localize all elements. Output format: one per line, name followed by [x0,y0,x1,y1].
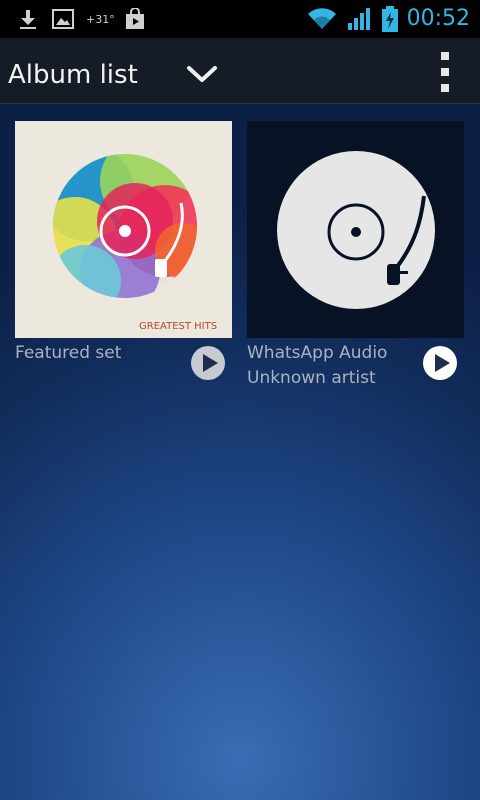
cover-text: GREATEST HITS [139,321,217,332]
page-title: Album list [8,60,138,90]
play-icon[interactable] [190,345,226,381]
action-bar: Album list [0,38,480,104]
image-icon [52,0,74,38]
album-card[interactable]: GREATEST HITS Featured set [15,121,232,391]
battery-charging-icon [380,0,400,38]
download-icon [18,0,38,38]
album-cover[interactable] [247,121,464,338]
album-card[interactable]: WhatsApp Audio Unknown artist [247,121,464,391]
overflow-menu-icon[interactable] [432,48,460,98]
album-artist: Unknown artist [247,368,376,388]
overflow-dot [441,68,449,76]
temperature-text: +31° [86,12,115,26]
wifi-icon [306,0,338,38]
album-cover[interactable]: GREATEST HITS [15,121,232,338]
overflow-dot [441,52,449,60]
chevron-down-icon[interactable] [184,60,220,88]
signal-icon [346,0,374,38]
overflow-dot [441,84,449,92]
album-title: Featured set [15,343,122,363]
status-bar: +31° 00:52 [0,0,480,38]
album-title: WhatsApp Audio [247,343,388,363]
clock: 00:52 [406,6,470,31]
play-icon[interactable] [422,345,458,381]
store-bag-icon [124,0,146,38]
